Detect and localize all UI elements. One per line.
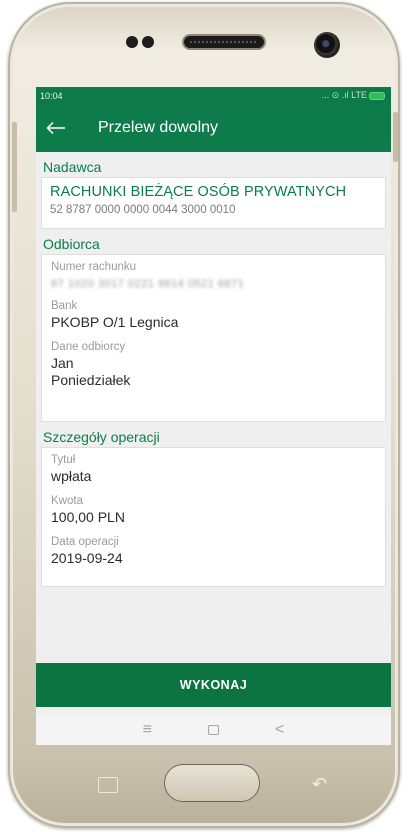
sender-header: Nadawca <box>43 159 102 175</box>
recent-apps-icon[interactable] <box>98 777 118 793</box>
recipient-data-label: Dane odbiorcy <box>51 341 126 353</box>
home-icon[interactable] <box>208 725 219 735</box>
hardware-buttons: ↶ <box>24 744 384 824</box>
bank-value: PKOBP O/1 Legnica <box>51 314 179 330</box>
account-number-label: Numer rachunku <box>51 261 137 273</box>
status-icons: ... ⊙ .ıl LTE <box>322 90 385 101</box>
arrow-left-icon[interactable] <box>36 104 76 152</box>
sensor-dots <box>126 36 154 48</box>
navigation-bar: ≡ < <box>36 715 391 745</box>
screen: 10:04 ... ⊙ .ıl LTE Przelew dowolny Nada… <box>36 87 391 745</box>
earpiece-speaker <box>182 34 266 50</box>
details-header: Szczegóły operacji <box>43 429 160 445</box>
menu-icon[interactable]: ≡ <box>143 721 152 739</box>
recipient-last-name: Poniedziałek <box>51 372 131 388</box>
date-value: 2019-09-24 <box>51 550 123 566</box>
back-icon[interactable]: < <box>275 721 284 739</box>
home-button[interactable] <box>164 764 260 802</box>
details-card: Tytuł wpłata Kwota 100,00 PLN Data opera… <box>41 447 386 587</box>
sender-account-name: RACHUNKI BIEŻĄCE OSÓB PRYWATNYCH <box>50 184 347 200</box>
title-value: wpłata <box>51 468 92 484</box>
power-button <box>393 112 398 162</box>
execute-button[interactable]: WYKONAJ <box>36 663 391 707</box>
amount-value: 100,00 PLN <box>51 509 125 525</box>
battery-icon <box>369 91 385 100</box>
recipient-first-name: Jan <box>51 355 74 371</box>
volume-button <box>12 122 17 212</box>
recipient-card: Numer rachunku 67 1020 3017 0221 9814 05… <box>41 254 386 422</box>
title-label: Tytuł <box>51 454 76 466</box>
signal-lte-icon: ... ⊙ .ıl LTE <box>321 90 367 100</box>
date-label: Data operacji <box>51 536 119 548</box>
status-time: 10:04 <box>40 90 63 101</box>
amount-label: Kwota <box>51 495 83 507</box>
front-camera-icon <box>314 32 340 58</box>
account-number-value: 67 1020 3017 0221 9814 0521 6871 <box>51 278 245 290</box>
app-bar: Przelew dowolny <box>36 104 391 152</box>
sender-account-number: 52 8787 0000 0000 0044 3000 0010 <box>50 204 236 216</box>
recipient-header: Odbiorca <box>43 236 100 252</box>
page-title: Przelew dowolny <box>98 119 219 136</box>
sender-card[interactable]: RACHUNKI BIEŻĄCE OSÓB PRYWATNYCH 52 8787… <box>41 177 386 229</box>
status-bar: 10:04 ... ⊙ .ıl LTE <box>36 87 391 104</box>
return-icon[interactable]: ↶ <box>312 774 327 795</box>
bank-label: Bank <box>51 300 78 312</box>
